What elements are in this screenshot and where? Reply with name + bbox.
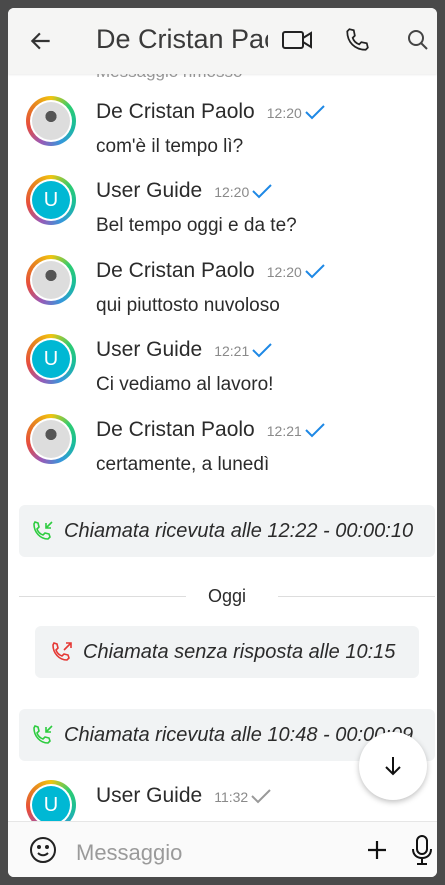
day-label: Oggi	[207, 586, 247, 606]
missed-call-icon	[52, 642, 72, 661]
message: De Cristan Paolo 12:21 certamente, a lune…	[8, 414, 437, 494]
sender-name: De Cristan Paolo	[96, 259, 255, 282]
call-text: Chiamata ricevuta alle 10:48 - 00:00:09	[64, 724, 414, 746]
call-event[interactable]: Chiamata ricevuta alle 12:22 - 00:00:10	[19, 505, 435, 557]
avatar[interactable]: U	[26, 175, 76, 225]
message-time: 12:20	[266, 264, 302, 280]
sender-name: De Cristan Paolo	[96, 100, 255, 123]
check-icon	[252, 184, 272, 199]
incoming-call-icon	[33, 725, 53, 744]
check-icon	[251, 789, 271, 804]
search-icon[interactable]	[406, 28, 430, 52]
message: De Cristan Paolo 12:20 qui piuttosto nuvo…	[8, 255, 437, 335]
message-text: Ci vediamo al lavoro!	[96, 374, 274, 395]
day-separator: Oggi	[19, 585, 435, 607]
incoming-call-icon	[33, 521, 53, 540]
emoji-icon[interactable]	[29, 836, 57, 864]
message-time: 12:21	[214, 343, 250, 359]
phone-icon[interactable]	[344, 27, 370, 53]
message-text: certamente, a lunedì	[96, 454, 270, 475]
composer: Messaggio	[8, 821, 437, 877]
message: U User Guide 12:20 Bel tempo oggi e da te…	[8, 175, 437, 255]
avatar[interactable]: U	[26, 334, 76, 384]
arrow-down-icon	[385, 757, 401, 776]
message-time: 12:21	[266, 423, 302, 439]
sender-name: User Guide	[96, 784, 203, 807]
sender-name: De Cristan Paolo	[96, 418, 255, 441]
sender-name: User Guide	[96, 179, 203, 202]
avatar[interactable]	[26, 414, 76, 464]
check-icon	[305, 105, 325, 120]
message: U User Guide 12:21 Ci vediamo al lavoro!	[8, 334, 437, 414]
message-text: Bel tempo oggi e da te?	[96, 215, 297, 236]
chat-screen: De Cristan Paolo Messaggio rimosso De Cr…	[8, 8, 437, 877]
message-text: com'è il tempo lì?	[96, 136, 244, 157]
check-icon	[305, 264, 325, 279]
arrow-left-icon[interactable]	[28, 28, 54, 54]
scroll-to-bottom-button[interactable]	[359, 732, 427, 800]
microphone-icon[interactable]	[411, 834, 433, 866]
call-text: Chiamata senza risposta alle 10:15	[83, 641, 396, 663]
sender-name: User Guide	[96, 338, 203, 361]
avatar[interactable]	[26, 255, 76, 305]
message-text: qui piuttosto nuvoloso	[96, 295, 280, 316]
call-event[interactable]: Chiamata senza risposta alle 10:15	[35, 626, 419, 678]
message-input[interactable]: Messaggio	[76, 840, 182, 866]
message-time: 12:20	[266, 105, 302, 121]
video-call-icon[interactable]	[281, 28, 313, 52]
chat-title: De Cristan Paolo	[96, 24, 268, 54]
plus-icon[interactable]	[366, 839, 388, 861]
message: De Cristan Paolo 12:20 com'è il tempo lì?	[8, 96, 437, 176]
call-text: Chiamata ricevuta alle 12:22 - 00:00:10	[64, 520, 414, 542]
check-icon	[305, 423, 325, 438]
message-time: 12:20	[214, 184, 250, 200]
check-icon	[252, 343, 272, 358]
avatar[interactable]	[26, 96, 76, 146]
chat-header: De Cristan Paolo	[8, 8, 437, 74]
message-time: 11:32	[214, 789, 249, 805]
